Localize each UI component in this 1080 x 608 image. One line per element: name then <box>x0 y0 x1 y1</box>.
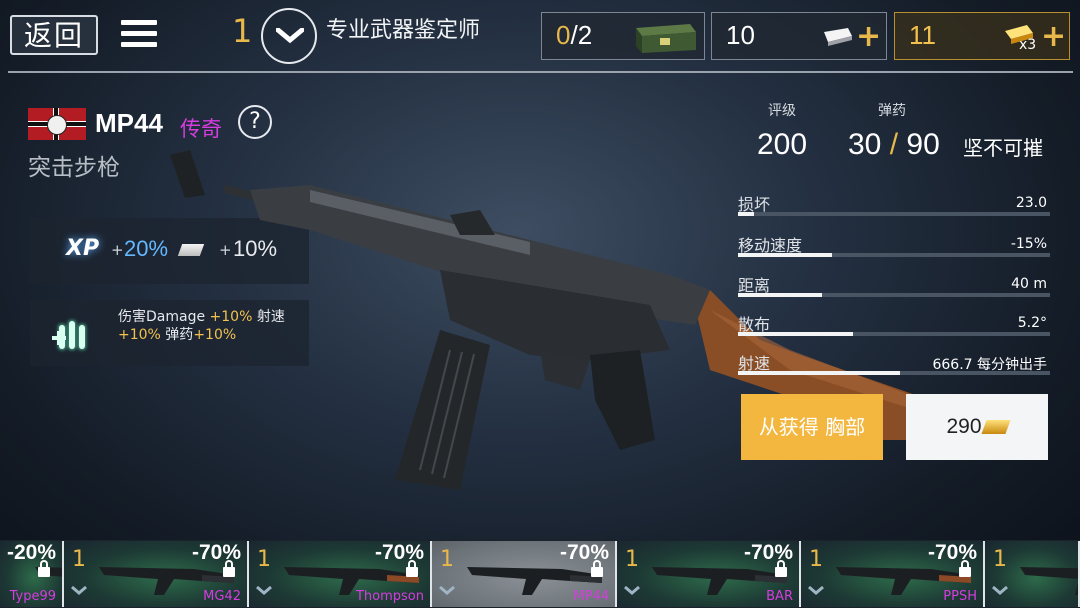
discount-badge: -70% <box>374 541 424 564</box>
rank-expand-button[interactable] <box>261 8 317 64</box>
ammo-values: 30 / 90 <box>848 128 940 162</box>
ammo-slash: / <box>889 128 899 161</box>
silver-value: 10 <box>726 20 755 50</box>
weapon-thumbnail <box>1020 567 1078 595</box>
header-divider <box>8 71 1073 73</box>
weapon-level: 1 <box>625 547 639 572</box>
silver-bar-icon <box>824 28 852 46</box>
discount-badge: -70% <box>927 541 977 564</box>
weapon-level: 1 <box>993 547 1007 572</box>
lock-icon <box>406 560 418 577</box>
weapon-slot[interactable]: 1 -70% MP44 <box>432 541 617 607</box>
weapon-slot-name: PPSH <box>943 589 977 604</box>
germany-flag-icon <box>28 108 86 140</box>
help-button[interactable]: ? <box>238 105 272 139</box>
lock-icon <box>959 560 971 577</box>
silver-counter[interactable]: 10 + <box>711 12 887 60</box>
ammo-bullets-icon <box>52 320 86 350</box>
crate-counter[interactable]: 0/2 <box>541 12 705 60</box>
weapon-slot-name: MG42 <box>203 589 241 604</box>
chevron-down-icon <box>71 585 87 595</box>
weapon-slot-name: MP44 <box>573 589 609 604</box>
lock-icon <box>775 560 787 577</box>
buy-gold-button[interactable]: 290 <box>906 394 1048 460</box>
ammo-label: 弹药 <box>878 103 906 119</box>
weapon-level: 1 <box>72 547 86 572</box>
get-from-chest-button[interactable]: 从获得 胸部 <box>741 394 883 460</box>
discount-badge: -70% <box>191 541 241 564</box>
rating-label: 评级 <box>768 103 796 119</box>
weapon-slot[interactable]: 1 <box>985 541 1080 607</box>
gold-value: 11 <box>909 20 936 50</box>
weapon-slot[interactable]: 1 -70% PPSH <box>801 541 985 607</box>
weapon-slot-name: BAR <box>766 589 793 604</box>
chevron-down-icon <box>256 585 272 595</box>
chevron-down-icon <box>808 585 824 595</box>
rank-level: 1 <box>232 12 253 50</box>
weapon-class: 突击步枪 <box>28 155 120 181</box>
weapon-slot-name: Type99 <box>9 589 56 604</box>
weapon-rarity: 传奇 <box>180 117 222 141</box>
stat-value: -15% <box>1010 236 1047 252</box>
stat-bar <box>738 212 1050 216</box>
gold-bar-icon <box>980 420 1011 435</box>
weapon-slot[interactable]: -20% Type99 <box>0 541 64 607</box>
stat-bar <box>738 293 1050 297</box>
menu-icon[interactable] <box>121 20 157 52</box>
chevron-down-icon <box>276 28 304 44</box>
price-value: 290 <box>946 415 982 438</box>
weapon-level: 1 <box>257 547 271 572</box>
stat-value: 5.2° <box>1017 315 1047 331</box>
rating-value: 200 <box>757 128 808 161</box>
xp-plus-sign: + <box>111 241 124 259</box>
add-gold-icon[interactable]: + <box>1041 19 1066 54</box>
stat-bar <box>738 332 1050 336</box>
stat-bar <box>738 371 1050 375</box>
weapon-slot-name: Thompson <box>355 589 424 604</box>
add-silver-icon[interactable]: + <box>856 19 881 54</box>
ammo-total: 90 <box>906 128 940 161</box>
weapon-slot[interactable]: 1 -70% Thompson <box>249 541 432 607</box>
weapon-level: 1 <box>809 547 823 572</box>
stat-bar-fill <box>738 253 832 257</box>
discount-badge: -70% <box>559 541 609 564</box>
crate-max: /2 <box>570 20 593 50</box>
lock-icon <box>591 560 603 577</box>
chevron-down-icon <box>439 585 455 595</box>
stat-bar-fill <box>738 212 754 216</box>
stat-bar <box>738 253 1050 257</box>
rank-title: 专业武器鉴定师 <box>326 18 481 43</box>
lock-icon <box>38 560 50 577</box>
stat-value: 40 m <box>1011 276 1047 292</box>
discount-badge: -20% <box>6 541 56 564</box>
xp-label: XP <box>66 236 100 261</box>
discount-badge: -70% <box>743 541 793 564</box>
chevron-down-icon <box>624 585 640 595</box>
weapon-slot[interactable]: 1 -70% BAR <box>617 541 801 607</box>
back-button[interactable]: 返回 <box>10 15 98 55</box>
lock-icon <box>223 560 235 577</box>
durability-status: 坚不可摧 <box>963 136 1043 160</box>
stat-bar-fill <box>738 293 823 297</box>
weapon-level: 1 <box>440 547 454 572</box>
chevron-down-icon <box>992 585 1008 595</box>
stat-bar-fill <box>738 332 854 336</box>
gold-multiplier: x3 <box>1019 37 1037 53</box>
weapon-name: MP44 <box>95 108 163 138</box>
stat-value: 23.0 <box>1015 195 1047 211</box>
crate-current: 0 <box>556 20 571 50</box>
crate-icon <box>636 24 696 53</box>
stat-bar-fill <box>738 371 901 375</box>
ammo-magazine: 30 <box>848 128 882 161</box>
weapon-slot[interactable]: 1 -70% MG42 <box>64 541 249 607</box>
gold-counter[interactable]: 11 x3 + <box>894 12 1070 60</box>
